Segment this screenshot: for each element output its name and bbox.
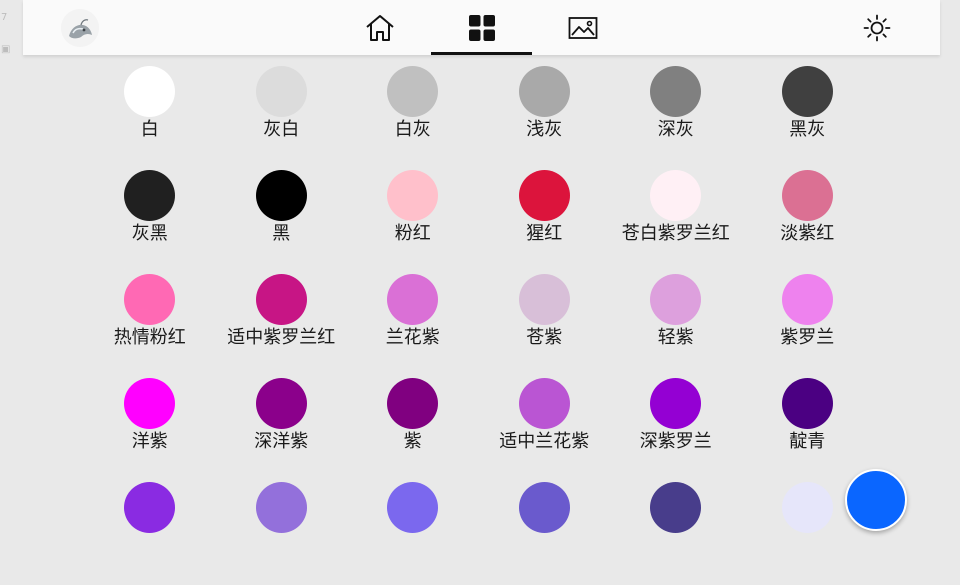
edge-mark: ▣ — [1, 44, 11, 55]
color-name: 兰花紫 — [385, 327, 440, 348]
color-swatch — [518, 482, 570, 533]
color-swatch — [781, 274, 833, 325]
top-app-bar — [23, 0, 940, 55]
add-color-button[interactable] — [845, 469, 907, 531]
color-item[interactable] — [216, 481, 348, 585]
theme-toggle-button[interactable] — [857, 8, 897, 48]
tab-palette[interactable] — [431, 0, 532, 55]
color-name: 靛青 — [789, 431, 826, 452]
color-swatch — [387, 482, 439, 533]
color-swatch — [387, 274, 439, 325]
color-item[interactable]: 灰白 — [216, 65, 348, 169]
color-name: 洋紫 — [131, 431, 168, 452]
color-name: 粉红 — [394, 223, 431, 244]
color-item[interactable]: 热情粉红 — [84, 273, 216, 377]
avatar-image-icon — [61, 9, 99, 47]
color-name: 苍白紫罗兰红 — [621, 223, 730, 244]
color-item[interactable]: 紫罗兰 — [742, 273, 874, 377]
color-name: 适中紫罗兰红 — [227, 327, 336, 348]
color-swatch — [781, 170, 833, 221]
grid-icon — [468, 14, 495, 41]
color-name: 紫 — [403, 431, 422, 452]
color-swatch — [650, 170, 702, 221]
avatar[interactable] — [61, 9, 99, 47]
color-item[interactable]: 轻紫 — [610, 273, 742, 377]
color-swatch — [387, 66, 439, 117]
color-item[interactable]: 紫 — [347, 377, 479, 481]
color-name: 黑 — [272, 223, 291, 244]
color-name: 浅灰 — [526, 119, 563, 140]
color-swatch — [518, 66, 570, 117]
color-name: 白 — [140, 119, 159, 140]
color-swatch — [518, 170, 570, 221]
color-swatch — [124, 378, 176, 429]
color-swatch — [650, 378, 702, 429]
color-item[interactable]: 适中兰花紫 — [479, 377, 611, 481]
color-item[interactable]: 深灰 — [610, 65, 742, 169]
color-name: 猩红 — [526, 223, 563, 244]
color-item[interactable]: 洋紫 — [84, 377, 216, 481]
color-swatch — [255, 66, 307, 117]
color-name: 灰黑 — [131, 223, 168, 244]
color-item[interactable]: 深洋紫 — [216, 377, 348, 481]
color-swatch — [518, 378, 570, 429]
color-swatch — [650, 274, 702, 325]
color-swatch — [650, 66, 702, 117]
color-item[interactable] — [347, 481, 479, 585]
color-item[interactable]: 黑灰 — [742, 65, 874, 169]
color-swatch — [387, 170, 439, 221]
left-edge-strip: 7 ▣ — [0, 0, 23, 540]
color-swatch — [124, 482, 176, 533]
color-name: 适中兰花紫 — [499, 431, 590, 452]
color-swatch — [255, 482, 307, 533]
color-name: 热情粉红 — [113, 327, 186, 348]
color-item[interactable]: 淡紫红 — [742, 169, 874, 273]
color-name: 白灰 — [394, 119, 431, 140]
color-item[interactable]: 靛青 — [742, 377, 874, 481]
color-swatch — [255, 170, 307, 221]
color-item[interactable]: 白灰 — [347, 65, 479, 169]
color-name: 深洋紫 — [254, 431, 309, 452]
color-item[interactable]: 白 — [84, 65, 216, 169]
color-name: 淡紫红 — [780, 223, 835, 244]
image-icon — [568, 16, 597, 39]
color-item[interactable]: 粉红 — [347, 169, 479, 273]
color-item[interactable] — [610, 481, 742, 585]
color-swatch — [255, 274, 307, 325]
color-item[interactable] — [479, 481, 611, 585]
color-item[interactable]: 深紫罗兰 — [610, 377, 742, 481]
color-item[interactable]: 苍紫 — [479, 273, 611, 377]
color-swatch — [124, 170, 176, 221]
color-name: 轻紫 — [657, 327, 694, 348]
tab-gallery[interactable] — [532, 0, 633, 55]
color-item[interactable]: 黑 — [216, 169, 348, 273]
color-item[interactable]: 灰黑 — [84, 169, 216, 273]
color-item[interactable] — [84, 481, 216, 585]
color-item[interactable]: 苍白紫罗兰红 — [610, 169, 742, 273]
color-item[interactable]: 兰花紫 — [347, 273, 479, 377]
color-name: 深灰 — [657, 119, 694, 140]
color-swatch — [650, 482, 702, 533]
edge-mark: 7 — [1, 12, 8, 23]
color-item[interactable]: 猩红 — [479, 169, 611, 273]
color-item[interactable]: 浅灰 — [479, 65, 611, 169]
home-icon — [365, 14, 394, 41]
color-swatch — [518, 274, 570, 325]
color-swatch — [387, 378, 439, 429]
color-swatch — [255, 378, 307, 429]
color-swatch — [124, 274, 176, 325]
color-grid: 白 灰白 白灰 浅灰 深灰 黑灰灰黑 黑 粉红 猩红 苍白紫罗兰红 淡紫红热情粉红 适中紫罗兰红 兰花紫… — [84, 65, 874, 585]
color-swatch — [781, 378, 833, 429]
color-swatch — [781, 482, 833, 533]
color-name: 黑灰 — [789, 119, 826, 140]
color-name: 苍紫 — [526, 327, 563, 348]
color-swatch — [781, 66, 833, 117]
color-name: 灰白 — [263, 119, 300, 140]
tab-home[interactable] — [329, 0, 430, 55]
color-item[interactable]: 适中紫罗兰红 — [216, 273, 348, 377]
color-swatch — [124, 66, 176, 117]
sun-icon — [863, 14, 891, 42]
color-name: 紫罗兰 — [780, 327, 835, 348]
color-name: 深紫罗兰 — [639, 431, 712, 452]
